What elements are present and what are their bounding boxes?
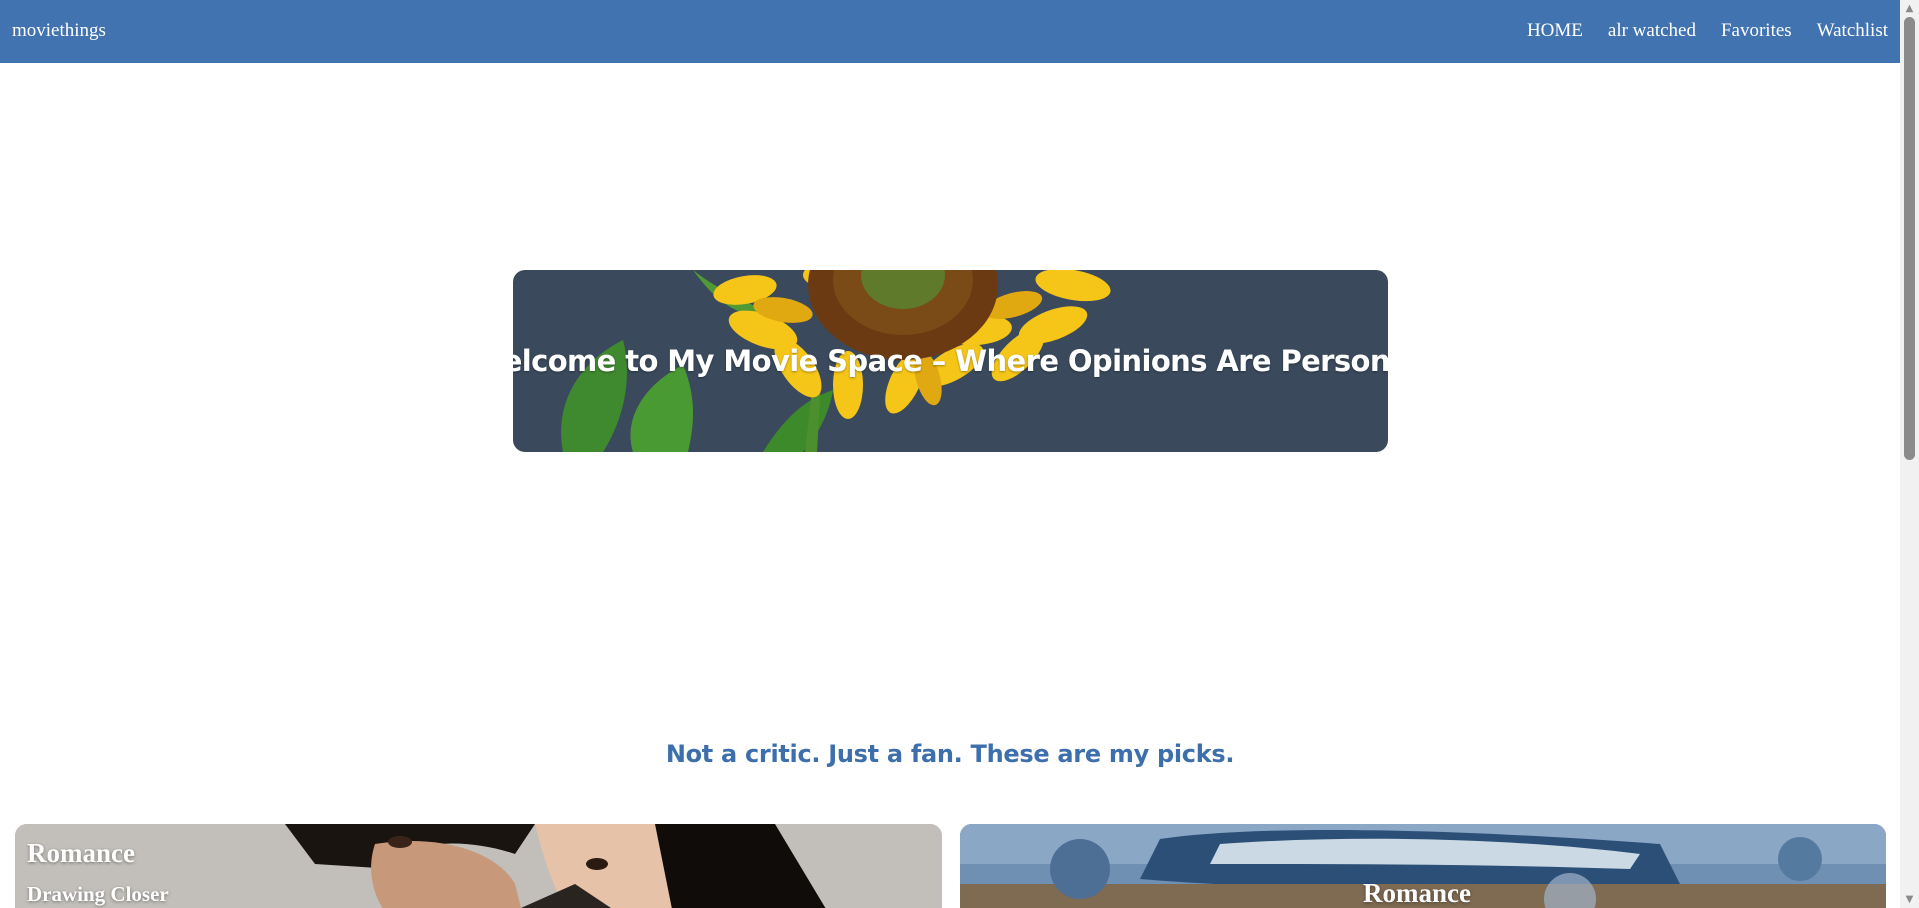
nav-link-watchlist[interactable]: Watchlist — [1817, 20, 1888, 42]
hero-banner: Welcome to My Movie Space – Where Opinio… — [513, 270, 1388, 452]
card-title: Drawing Closer — [27, 882, 169, 906]
tagline: Not a critic. Just a fan. These are my p… — [665, 740, 1235, 768]
nav-link-favorites[interactable]: Favorites — [1721, 20, 1792, 42]
site-brand[interactable]: moviethings — [12, 20, 106, 42]
movie-card-drawing-closer[interactable]: Romance Drawing Closer — [15, 824, 942, 908]
nav-link-home[interactable]: HOME — [1527, 20, 1583, 42]
nav-link-alr-watched[interactable]: alr watched — [1608, 20, 1696, 42]
triangle-up-icon[interactable]: ▲ — [1900, 0, 1919, 17]
hero-title: Welcome to My Movie Space – Where Opinio… — [513, 344, 1388, 378]
nav-links: HOME alr watched Favorites Watchlist — [1527, 20, 1888, 42]
movie-card-romance[interactable]: Romance — [960, 824, 1886, 908]
card-genre: Romance — [1363, 878, 1471, 908]
vertical-scrollbar[interactable]: ▲ ▼ — [1900, 0, 1919, 908]
navbar: moviethings HOME alr watched Favorites W… — [0, 0, 1900, 63]
scrollbar-thumb[interactable] — [1904, 17, 1915, 460]
card-genre: Romance — [27, 838, 135, 868]
triangle-down-icon[interactable]: ▼ — [1900, 891, 1919, 908]
